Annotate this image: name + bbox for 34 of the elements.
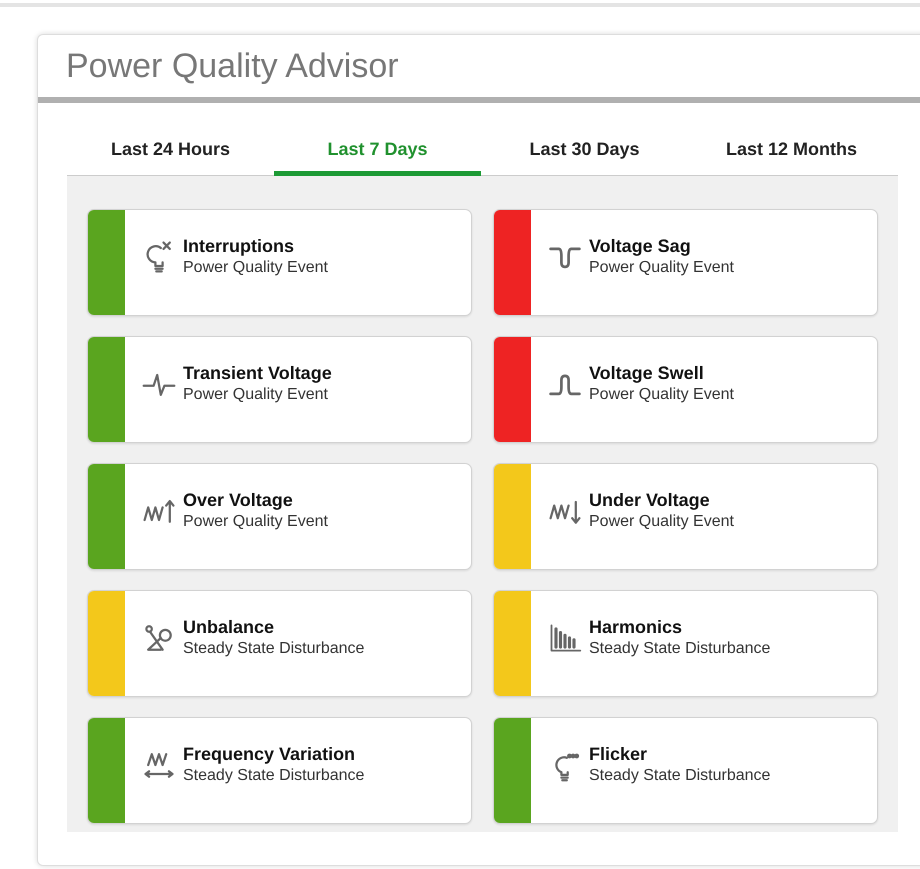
card-subtitle: Steady State Disturbance <box>589 767 770 785</box>
card-subtitle: Steady State Disturbance <box>183 767 364 785</box>
card-subtitle: Steady State Disturbance <box>183 640 364 658</box>
card-title: Flicker <box>589 744 648 765</box>
status-card[interactable]: Transient Voltage Power Quality Event <box>87 336 472 443</box>
status-card[interactable]: Frequency Variation Steady State Disturbance <box>87 717 472 824</box>
card-subtitle: Power Quality Event <box>589 386 734 404</box>
status-card[interactable]: Over Voltage Power Quality Event <box>87 463 472 570</box>
status-card[interactable]: Unbalance Steady State Disturbance <box>87 590 472 697</box>
card-title: Harmonics <box>589 617 684 638</box>
card-subtitle: Power Quality Event <box>589 259 734 277</box>
card-subtitle: Power Quality Event <box>589 513 734 531</box>
tab[interactable]: Last 30 Days <box>481 128 688 175</box>
status-card[interactable]: Voltage Swell Power Quality Event <box>493 336 878 443</box>
status-card[interactable]: Under Voltage Power Quality Event <box>493 463 878 570</box>
card-title: Unbalance <box>183 617 276 638</box>
card-subtitle: Power Quality Event <box>183 513 328 531</box>
card-title: Interruptions <box>183 236 295 257</box>
tab[interactable]: Last 24 Hours <box>67 128 274 175</box>
card-subtitle: Power Quality Event <box>183 259 328 277</box>
card-subtitle: Steady State Disturbance <box>589 640 770 658</box>
status-card[interactable]: Flicker Steady State Disturbance <box>493 717 878 824</box>
card-title: Frequency Variation <box>183 744 356 765</box>
card-title: Under Voltage <box>589 490 711 511</box>
card-title: Voltage Sag <box>589 236 692 257</box>
card-title: Transient Voltage <box>183 363 332 384</box>
page-title: Power Quality Advisor <box>66 46 399 86</box>
tab[interactable]: Last 12 Months <box>688 128 895 175</box>
status-card[interactable]: Harmonics Steady State Disturbance <box>493 590 878 697</box>
status-card[interactable]: Interruptions Power Quality Event <box>87 209 472 316</box>
card-title: Over Voltage <box>183 490 294 511</box>
status-card[interactable]: Voltage Sag Power Quality Event <box>493 209 878 316</box>
card-subtitle: Power Quality Event <box>183 386 329 404</box>
card-title: Voltage Swell <box>589 363 705 384</box>
